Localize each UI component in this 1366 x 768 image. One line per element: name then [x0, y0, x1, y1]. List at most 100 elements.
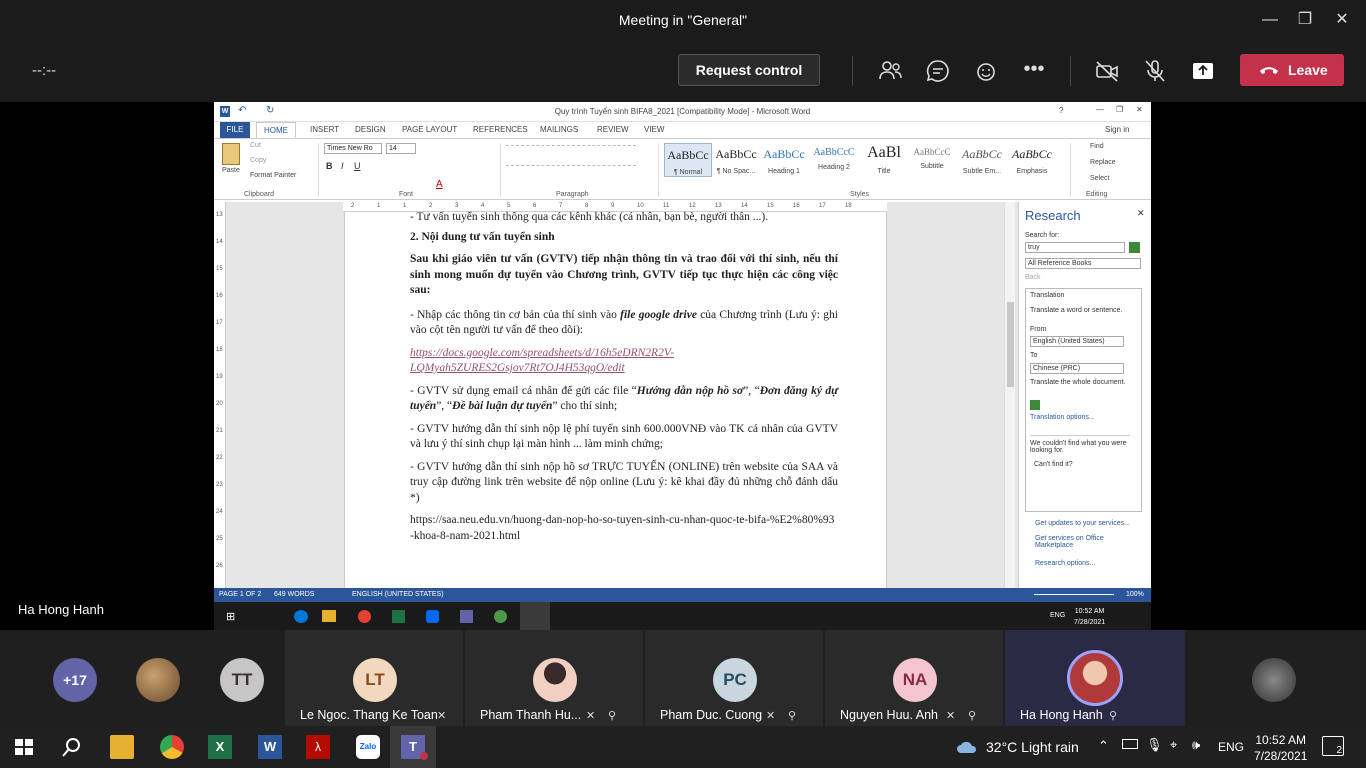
request-control-button[interactable]: Request control [678, 54, 820, 86]
style-no-spacing[interactable]: AaBbCc ¶ No Spac... [712, 143, 760, 177]
participant-tile[interactable]: LT Le Ngoc. Thang Ke Toan ✕ [285, 630, 463, 726]
participant-tile-active[interactable]: Ha Hong Hanh ⚲ [1005, 630, 1185, 726]
participant-tile[interactable]: TT [190, 630, 295, 726]
leave-button[interactable]: Leave [1240, 54, 1344, 86]
microphone-off-icon[interactable] [1142, 58, 1168, 84]
format-painter-button[interactable]: Format Painter [250, 172, 296, 179]
share-screen-icon[interactable] [1190, 58, 1216, 84]
weather-icon[interactable] [956, 739, 978, 755]
page-count[interactable]: PAGE 1 OF 2 [219, 591, 261, 598]
office-marketplace-link[interactable]: Get services on Office Marketplace [1035, 535, 1143, 549]
tab-insert[interactable]: INSERT [310, 125, 339, 134]
help-icon[interactable]: ? [1059, 106, 1063, 115]
tab-file[interactable]: FILE [220, 122, 250, 138]
select-button[interactable]: Select [1090, 175, 1109, 182]
participants-icon[interactable] [877, 58, 903, 84]
get-updates-link[interactable]: Get updates to your services... [1035, 520, 1130, 527]
doc-saa-link[interactable]: https://saa.neu.edu.vn/huong-dan-nop-ho-… [410, 513, 838, 544]
participant-tile[interactable]: NA Nguyen Huu. Anh ✕ ⚲ [825, 630, 1003, 726]
style-normal[interactable]: AaBbCc ¶ Normal [664, 143, 712, 177]
style-subtitle[interactable]: AaBbCcC Subtitle [908, 143, 956, 177]
scrollbar-thumb[interactable] [1007, 302, 1014, 387]
word-minimize-icon[interactable]: — [1096, 105, 1104, 114]
pin-icon[interactable]: ⚲ [1109, 709, 1117, 722]
underline-icon[interactable]: U [354, 161, 361, 171]
minimize-icon[interactable]: — [1258, 8, 1282, 32]
camera-off-icon[interactable] [1094, 58, 1120, 84]
close-icon[interactable]: ✕ [1330, 8, 1354, 32]
reactions-icon[interactable] [973, 58, 999, 84]
font-name-select[interactable]: Times New Ro [324, 143, 382, 154]
cut-button[interactable]: Cut [250, 142, 261, 149]
word-close-icon[interactable]: ✕ [1136, 105, 1143, 114]
word-restore-icon[interactable]: ❐ [1116, 105, 1123, 114]
font-color-icon[interactable]: A [436, 179, 443, 190]
input-language[interactable]: ENG [1218, 740, 1244, 754]
zoom-slider[interactable] [1034, 594, 1114, 595]
notification-center-icon[interactable]: 2 [1322, 736, 1344, 756]
chevron-up-icon[interactable]: ⌃ [1098, 738, 1109, 754]
more-options-icon[interactable]: ••• [1021, 58, 1047, 84]
pin-icon[interactable]: ⚲ [968, 709, 976, 722]
word-count[interactable]: 649 WORDS [274, 591, 314, 598]
teams-taskbar-active[interactable]: T [390, 726, 436, 768]
start-icon[interactable] [12, 735, 36, 759]
paste-label[interactable]: Paste [222, 167, 240, 174]
tab-view[interactable]: VIEW [644, 125, 664, 134]
research-options-link[interactable]: Research options... [1035, 560, 1095, 567]
excel-icon[interactable]: X [208, 735, 232, 759]
pin-icon[interactable]: ⚲ [788, 709, 796, 722]
find-button[interactable]: Find [1090, 143, 1104, 150]
style-heading-2[interactable]: AaBbCcC Heading 2 [810, 143, 858, 177]
cant-find-link[interactable]: Can't find it? [1034, 461, 1073, 468]
chat-icon[interactable] [925, 58, 951, 84]
pin-icon[interactable]: ⚲ [608, 709, 616, 722]
document-page[interactable]: - Tư vấn tuyển sinh thông qua các kênh k… [344, 211, 887, 588]
list-buttons[interactable] [506, 145, 636, 153]
zalo-icon[interactable]: Zalo [356, 735, 380, 759]
style-heading-1[interactable]: AaBbCc Heading 1 [760, 143, 808, 177]
research-search-input[interactable]: truy [1025, 242, 1125, 253]
zoom-level[interactable]: 100% [1126, 591, 1144, 598]
weather-text[interactable]: 32°C Light rain [986, 739, 1079, 755]
sign-in-link[interactable]: Sign in [1105, 125, 1129, 134]
microphone-icon[interactable]: 🎙 [1146, 737, 1163, 753]
tab-page-layout[interactable]: PAGE LAYOUT [402, 125, 457, 134]
paste-icon[interactable] [222, 143, 240, 165]
close-pane-icon[interactable]: ✕ [1137, 208, 1145, 219]
translate-go-icon[interactable] [1030, 400, 1040, 410]
participant-tile[interactable]: Pham Thanh Hu... ✕ ⚲ [465, 630, 643, 726]
to-language-select[interactable]: Chinese (PRC) [1030, 363, 1124, 374]
maximize-icon[interactable]: ❐ [1293, 8, 1317, 32]
reference-source-select[interactable]: All Reference Books [1025, 258, 1141, 269]
tab-references[interactable]: REFERENCES [473, 125, 528, 134]
participant-tile[interactable]: PC Pham Duc. Cuong ✕ ⚲ [645, 630, 823, 726]
acrobat-icon[interactable]: λ [306, 735, 330, 759]
vertical-scrollbar[interactable] [1004, 202, 1015, 588]
tab-mailings[interactable]: MAILINGS [540, 125, 578, 134]
copy-button[interactable]: Copy [250, 157, 266, 164]
clock[interactable]: 10:52 AM 7/28/2021 [1254, 732, 1307, 764]
style-title[interactable]: AaBl Title [860, 143, 908, 177]
participant-tile[interactable] [1230, 630, 1340, 726]
bold-icon[interactable]: B [326, 161, 333, 171]
italic-icon[interactable]: I [341, 161, 344, 171]
replace-button[interactable]: Replace [1090, 159, 1116, 166]
chrome-icon[interactable] [160, 735, 184, 759]
language-status[interactable]: ENGLISH (UNITED STATES) [352, 591, 444, 598]
translation-options-link[interactable]: Translation options... [1030, 414, 1095, 421]
back-button[interactable]: Back [1025, 274, 1041, 281]
search-icon[interactable] [60, 735, 84, 759]
search-go-icon[interactable] [1129, 242, 1140, 253]
participant-overflow[interactable]: +17 [0, 630, 105, 726]
tab-review[interactable]: REVIEW [597, 125, 629, 134]
style-emphasis[interactable]: AaBbCc Emphasis [1008, 143, 1056, 177]
word-icon[interactable]: W [258, 735, 282, 759]
file-explorer-icon[interactable] [110, 735, 134, 759]
style-subtle-emphasis[interactable]: AaBbCc Subtle Em... [958, 143, 1006, 177]
battery-icon[interactable] [1122, 739, 1138, 749]
wifi-icon[interactable]: ⌖ [1170, 737, 1177, 753]
tab-design[interactable]: DESIGN [355, 125, 386, 134]
volume-icon[interactable]: 🕪 [1192, 737, 1200, 753]
font-size-select[interactable]: 14 [386, 143, 416, 154]
